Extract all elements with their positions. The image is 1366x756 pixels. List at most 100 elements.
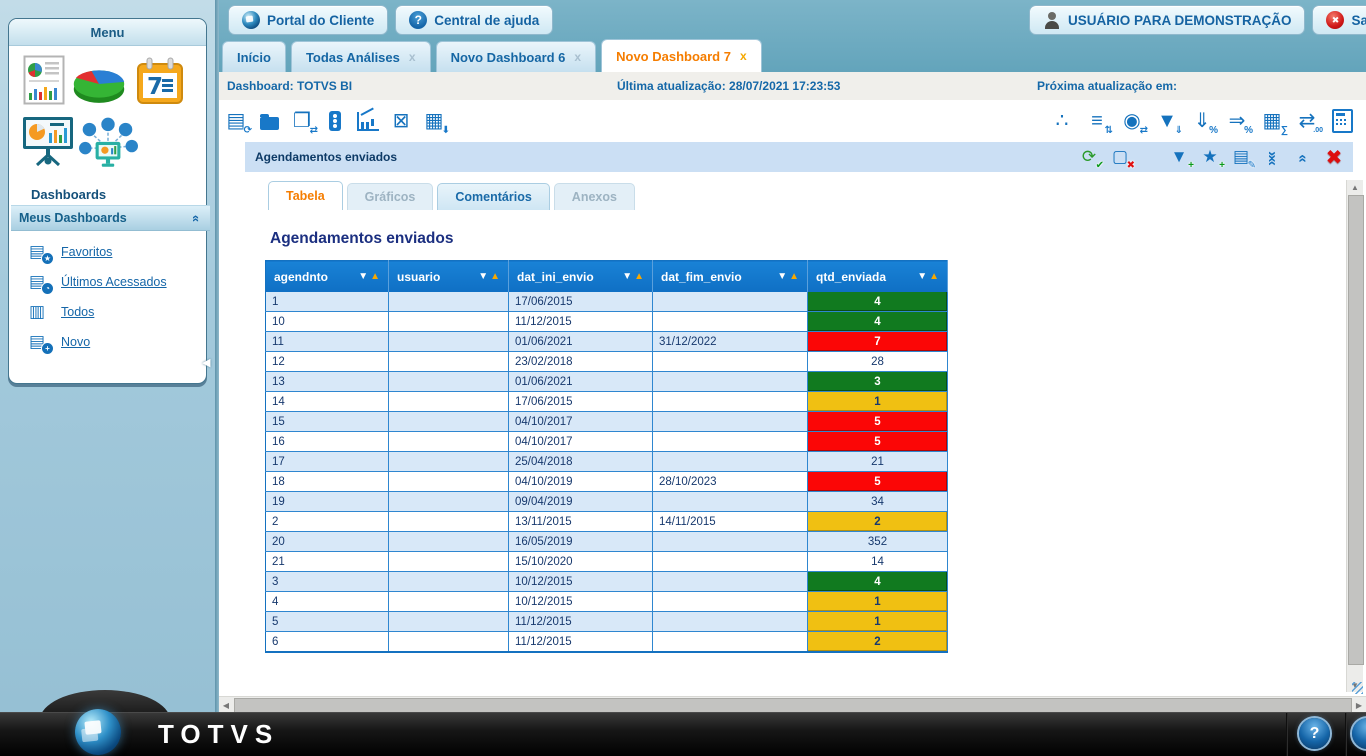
table-row[interactable]: 611/12/20152 bbox=[266, 632, 948, 653]
column-header-dat-ini-envio[interactable]: dat_ini_envio▼▲ bbox=[509, 261, 653, 293]
help-center-button[interactable]: ? Central de ajuda bbox=[395, 5, 553, 35]
table-row[interactable]: 310/12/20154 bbox=[266, 572, 948, 592]
column-header-dat-fim-envio[interactable]: dat_fim_envio▼▲ bbox=[653, 261, 808, 293]
add-filter-icon[interactable]: ▼+ bbox=[1168, 146, 1190, 168]
semaphore-icon[interactable] bbox=[323, 109, 347, 133]
open-folder-icon[interactable] bbox=[257, 109, 281, 133]
vertical-scrollbar[interactable]: ▲ ▼ bbox=[1346, 180, 1363, 692]
table-export-icon[interactable]: ▦⬇ bbox=[422, 109, 446, 133]
scroll-up-arrow[interactable]: ▲ bbox=[1347, 180, 1363, 194]
column-header-agendnto[interactable]: agendnto▼▲ bbox=[266, 261, 389, 293]
collapse-up-icon[interactable]: « bbox=[1292, 146, 1314, 168]
table-row[interactable]: 2115/10/202014 bbox=[266, 552, 948, 572]
table-row[interactable]: 1504/10/20175 bbox=[266, 412, 948, 432]
sidebar-item-label[interactable]: Novo bbox=[61, 335, 90, 349]
sort-columns-icon[interactable]: ≡⇅ bbox=[1085, 109, 1109, 133]
tab-anexos: Anexos bbox=[554, 183, 635, 210]
sidebar-item-favoritos[interactable]: ▤★ Favoritos bbox=[29, 237, 199, 267]
report-icon[interactable] bbox=[23, 55, 65, 110]
cell bbox=[389, 392, 509, 412]
sidebar-item-label[interactable]: Todos bbox=[61, 305, 94, 319]
sort-desc-icon[interactable]: ▼ bbox=[358, 271, 368, 282]
sort-desc-icon[interactable]: ▼ bbox=[917, 271, 927, 282]
sort-desc-icon[interactable]: ▼ bbox=[622, 271, 632, 282]
tab-tabela[interactable]: Tabela bbox=[268, 181, 343, 210]
show-hide-icon[interactable]: ◉⇄ bbox=[1120, 109, 1144, 133]
table-row[interactable]: 410/12/20151 bbox=[266, 592, 948, 612]
sidebar-item-label[interactable]: Últimos Acessados bbox=[61, 275, 167, 289]
table-row[interactable]: 1301/06/20213 bbox=[266, 372, 948, 392]
sort-asc-icon[interactable]: ▲ bbox=[789, 271, 799, 282]
totalizer-icon[interactable]: ▦∑ bbox=[1260, 109, 1284, 133]
table-row[interactable]: 1223/02/201828 bbox=[266, 352, 948, 372]
horizontal-scrollbar[interactable]: ◀ ▶ bbox=[219, 696, 1366, 713]
sidebar-collapse-handle[interactable]: ◀ bbox=[202, 356, 210, 369]
sort-asc-icon[interactable]: ▲ bbox=[929, 271, 939, 282]
vertical-scroll-thumb[interactable] bbox=[1348, 195, 1364, 665]
transfer-panel-icon[interactable]: ❐⇄ bbox=[290, 109, 314, 133]
percent-column-icon[interactable]: ⇓% bbox=[1190, 109, 1214, 133]
tab-comentarios[interactable]: Comentários bbox=[437, 183, 549, 210]
scroll-right-arrow[interactable]: ▶ bbox=[1352, 697, 1366, 713]
close-window-icon[interactable]: ▢✖ bbox=[1109, 146, 1131, 168]
table-row[interactable]: 1725/04/201821 bbox=[266, 452, 948, 472]
chart-icon[interactable] bbox=[356, 109, 380, 133]
column-header-qtd-enviada[interactable]: qtd_enviada▼▲ bbox=[808, 261, 948, 293]
table-row[interactable]: 1804/10/201928/10/20235 bbox=[266, 472, 948, 492]
resize-corner[interactable] bbox=[1352, 682, 1363, 694]
bi-network-icon[interactable] bbox=[77, 117, 139, 176]
hierarchy-icon[interactable]: ∴ bbox=[1050, 109, 1074, 133]
table-row[interactable]: 1417/06/20151 bbox=[266, 392, 948, 412]
calculator-icon[interactable] bbox=[1330, 109, 1354, 133]
table-row[interactable]: 1909/04/201934 bbox=[266, 492, 948, 512]
excel-export-icon[interactable]: ⊠ bbox=[389, 109, 413, 133]
presentation-icon[interactable] bbox=[21, 115, 75, 172]
calendar-icon[interactable]: 7 bbox=[135, 57, 185, 112]
tab-inicio[interactable]: Início bbox=[222, 41, 286, 72]
tab-todas-analises[interactable]: Todas Análises x bbox=[291, 41, 431, 72]
sort-asc-icon[interactable]: ▲ bbox=[370, 271, 380, 282]
sidebar-item-todos[interactable]: ▥ Todos bbox=[29, 297, 199, 327]
menu-panel-header[interactable]: Menu bbox=[9, 19, 206, 46]
sidebar: Menu bbox=[0, 0, 215, 712]
close-panel-icon[interactable]: ✖ bbox=[1323, 146, 1345, 168]
sidebar-item-label[interactable]: Favoritos bbox=[61, 245, 112, 259]
sort-asc-icon[interactable]: ▲ bbox=[490, 271, 500, 282]
close-icon[interactable]: x bbox=[574, 50, 581, 64]
chevron-up-icon[interactable]: « bbox=[189, 214, 204, 221]
table-row[interactable]: 2016/05/2019352 bbox=[266, 532, 948, 552]
percent-row-icon[interactable]: ⇒% bbox=[1225, 109, 1249, 133]
tab-novo-dashboard-7[interactable]: Novo Dashboard 7 x bbox=[601, 39, 762, 72]
column-header-usuario[interactable]: usuario▼▲ bbox=[389, 261, 509, 293]
minimize-icon[interactable]: »« bbox=[1261, 146, 1283, 168]
refresh-icon[interactable]: ⟳✔ bbox=[1078, 146, 1100, 168]
table-row[interactable]: 1604/10/20175 bbox=[266, 432, 948, 452]
decimal-places-icon[interactable]: ⇄.00 bbox=[1295, 109, 1319, 133]
user-button[interactable]: USUÁRIO PARA DEMONSTRAÇÃO bbox=[1029, 5, 1306, 35]
sort-asc-icon[interactable]: ▲ bbox=[634, 271, 644, 282]
refresh-report-icon[interactable]: ▤⟳ bbox=[224, 109, 248, 133]
scroll-left-arrow[interactable]: ◀ bbox=[219, 697, 233, 713]
table-row[interactable]: 1011/12/20154 bbox=[266, 312, 948, 332]
sort-desc-icon[interactable]: ▼ bbox=[777, 271, 787, 282]
table-row[interactable]: 1101/06/202131/12/20227 bbox=[266, 332, 948, 352]
table-row[interactable]: 213/11/201514/11/20152 bbox=[266, 512, 948, 532]
filter-funnel-icon[interactable]: ▼⇓ bbox=[1155, 109, 1179, 133]
logout-button[interactable]: ✖ Sair bbox=[1312, 5, 1366, 35]
edit-icon[interactable]: ▤✎ bbox=[1230, 146, 1252, 168]
cell: 09/04/2019 bbox=[509, 492, 653, 512]
close-icon[interactable]: x bbox=[740, 49, 747, 63]
tab-novo-dashboard-6[interactable]: Novo Dashboard 6 x bbox=[436, 41, 597, 72]
pie-chart-icon[interactable] bbox=[71, 63, 127, 110]
add-favorite-icon[interactable]: ★+ bbox=[1199, 146, 1221, 168]
footer-help-icon[interactable]: ? bbox=[1299, 718, 1330, 749]
table-row[interactable]: 511/12/20151 bbox=[266, 612, 948, 632]
table-row[interactable]: 117/06/20154 bbox=[266, 292, 948, 312]
sort-desc-icon[interactable]: ▼ bbox=[478, 271, 488, 282]
close-icon[interactable]: x bbox=[409, 50, 416, 64]
sidebar-item-ultimos-acessados[interactable]: ▤◔ Últimos Acessados bbox=[29, 267, 199, 297]
sidebar-item-novo[interactable]: ▤+ Novo bbox=[29, 327, 199, 357]
qty-cell: 4 bbox=[808, 292, 948, 312]
accordion-meus-dashboards[interactable]: Meus Dashboards « bbox=[11, 205, 210, 231]
portal-button[interactable]: Portal do Cliente bbox=[228, 5, 388, 35]
